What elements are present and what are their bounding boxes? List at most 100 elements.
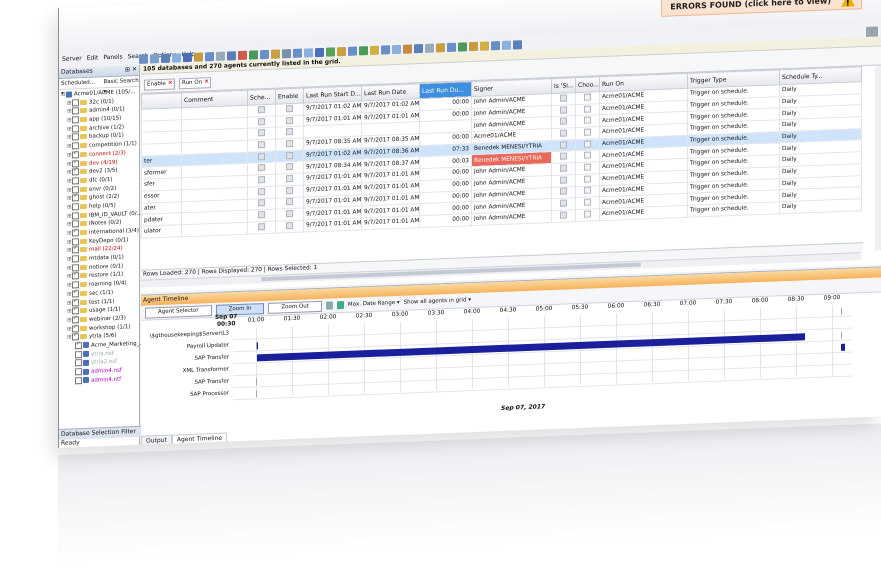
- checkbox[interactable]: [75, 359, 82, 367]
- checkbox[interactable]: [258, 140, 265, 149]
- checkbox[interactable]: [72, 255, 79, 263]
- pane-controls[interactable]: ⊞ ✕: [125, 65, 137, 75]
- tab-output[interactable]: Output: [141, 434, 172, 446]
- column-header[interactable]: Signer: [471, 78, 552, 97]
- toolbar-button-icon[interactable]: [293, 48, 302, 58]
- checkbox[interactable]: [584, 163, 591, 171]
- print-icon[interactable]: [336, 301, 344, 310]
- show-agents-dropdown[interactable]: Show all agents in grid ▾: [404, 297, 471, 306]
- toolbar-button-icon[interactable]: [392, 44, 401, 54]
- checkbox[interactable]: [258, 199, 265, 207]
- search-dropdown[interactable]: Basic Search ▾: [103, 76, 139, 95]
- toolbar-button-icon[interactable]: [183, 52, 192, 62]
- checkbox[interactable]: [560, 164, 567, 172]
- checkbox[interactable]: [75, 376, 82, 385]
- timeline-run-bar[interactable]: [841, 343, 845, 351]
- checkbox[interactable]: [286, 151, 293, 159]
- checkbox[interactable]: [72, 203, 79, 211]
- toolbar-button-icon[interactable]: [348, 46, 357, 56]
- checkbox[interactable]: [584, 116, 591, 125]
- toolbar-button-icon[interactable]: [469, 41, 478, 51]
- grid-vertical-scrollbar[interactable]: [875, 65, 881, 251]
- toolbar-button-icon[interactable]: [216, 51, 225, 61]
- checkbox[interactable]: [286, 186, 293, 194]
- timeline-run-marker[interactable]: [256, 390, 257, 398]
- checkbox[interactable]: [286, 221, 293, 229]
- checkbox[interactable]: [560, 141, 567, 149]
- column-header[interactable]: Last Run Date: [361, 83, 420, 101]
- toolbar-button-icon[interactable]: [161, 53, 170, 63]
- filter-chip-enable[interactable]: Enable ✕: [144, 78, 175, 91]
- timeline-run-marker[interactable]: [841, 331, 842, 339]
- column-header[interactable]: Comment: [181, 90, 248, 108]
- checkbox[interactable]: [560, 94, 567, 102]
- toolbar-button-icon[interactable]: [502, 40, 511, 50]
- zoom-in-button[interactable]: Zoom In: [215, 302, 265, 316]
- checkbox[interactable]: [560, 117, 567, 125]
- checkbox[interactable]: [584, 210, 591, 218]
- checkbox[interactable]: [75, 368, 82, 376]
- checkbox[interactable]: [584, 186, 591, 195]
- zoom-out-button[interactable]: Zoom Out: [268, 300, 322, 314]
- toolbar-button-icon[interactable]: [194, 51, 203, 62]
- toolbar-button-icon[interactable]: [337, 46, 346, 56]
- toolbar-button-icon[interactable]: [370, 45, 379, 55]
- checkbox[interactable]: [584, 93, 591, 101]
- toolbar-button-icon[interactable]: [381, 44, 390, 55]
- filter-remove-icon[interactable]: ✕: [168, 79, 173, 88]
- filter-chip-run-on[interactable]: Run On ✕: [179, 77, 212, 90]
- column-header[interactable]: Choo...: [575, 76, 600, 93]
- column-header[interactable]: Schedule Ty...: [779, 66, 862, 85]
- checkbox[interactable]: [75, 350, 82, 358]
- date-range-dropdown[interactable]: Max. Date Range ▾: [348, 300, 400, 308]
- agent-selector-button[interactable]: Agent Selector: [145, 304, 212, 319]
- toolbar-button-icon[interactable]: [491, 40, 500, 50]
- toolbar-button-icon[interactable]: [414, 43, 423, 53]
- checkbox[interactable]: [584, 151, 591, 160]
- toolbar-button-icon[interactable]: [458, 41, 467, 52]
- view-dropdown[interactable]: Scheduled... ▾: [61, 78, 95, 97]
- toolbar-button-icon[interactable]: [436, 42, 445, 52]
- checkbox[interactable]: [584, 175, 591, 183]
- menu-panels[interactable]: Panels: [103, 54, 122, 65]
- export-icon[interactable]: [325, 301, 333, 310]
- errors-found-button[interactable]: ERRORS FOUND (click here to view): [661, 0, 862, 17]
- checkbox[interactable]: [286, 128, 293, 136]
- checkbox[interactable]: [258, 152, 265, 160]
- toolbar-button-icon[interactable]: [227, 50, 236, 61]
- column-header[interactable]: Last Run Du...: [419, 81, 472, 99]
- tab-agent-timeline[interactable]: Agent Timeline: [171, 432, 228, 445]
- checkbox[interactable]: [286, 210, 293, 218]
- checkbox[interactable]: [560, 105, 567, 114]
- toolbar-button-icon[interactable]: [326, 46, 335, 57]
- checkbox[interactable]: [560, 176, 567, 184]
- checkbox[interactable]: [258, 129, 265, 137]
- checkbox[interactable]: [560, 187, 567, 196]
- checkbox[interactable]: [560, 152, 567, 160]
- checkbox[interactable]: [258, 164, 265, 172]
- checkbox[interactable]: [75, 342, 82, 350]
- column-header[interactable]: Last Run Start D...: [303, 85, 362, 104]
- timeline-run-bar[interactable]: [257, 342, 258, 350]
- toolbar-button-icon[interactable]: [315, 47, 324, 57]
- column-header[interactable]: Enable: [275, 88, 304, 105]
- menu-server[interactable]: Server: [62, 55, 82, 66]
- timeline-run-marker[interactable]: [256, 378, 257, 386]
- checkbox[interactable]: [560, 211, 567, 219]
- menu-edit[interactable]: Edit: [87, 54, 99, 64]
- checkbox[interactable]: [286, 174, 293, 183]
- checkbox[interactable]: [584, 140, 591, 148]
- checkbox[interactable]: [258, 176, 265, 184]
- checkbox[interactable]: [258, 105, 265, 114]
- checkbox[interactable]: [72, 194, 79, 202]
- checkbox[interactable]: [560, 129, 567, 137]
- toolbar-button-icon[interactable]: [304, 47, 313, 58]
- toolbar-button-icon[interactable]: [150, 53, 159, 63]
- checkbox[interactable]: [72, 272, 79, 280]
- checkbox[interactable]: [286, 198, 293, 206]
- checkbox[interactable]: [286, 116, 293, 124]
- checkbox[interactable]: [72, 98, 79, 107]
- toolbar-button-icon[interactable]: [425, 43, 434, 53]
- checkbox[interactable]: [72, 133, 79, 141]
- column-header[interactable]: [141, 92, 182, 110]
